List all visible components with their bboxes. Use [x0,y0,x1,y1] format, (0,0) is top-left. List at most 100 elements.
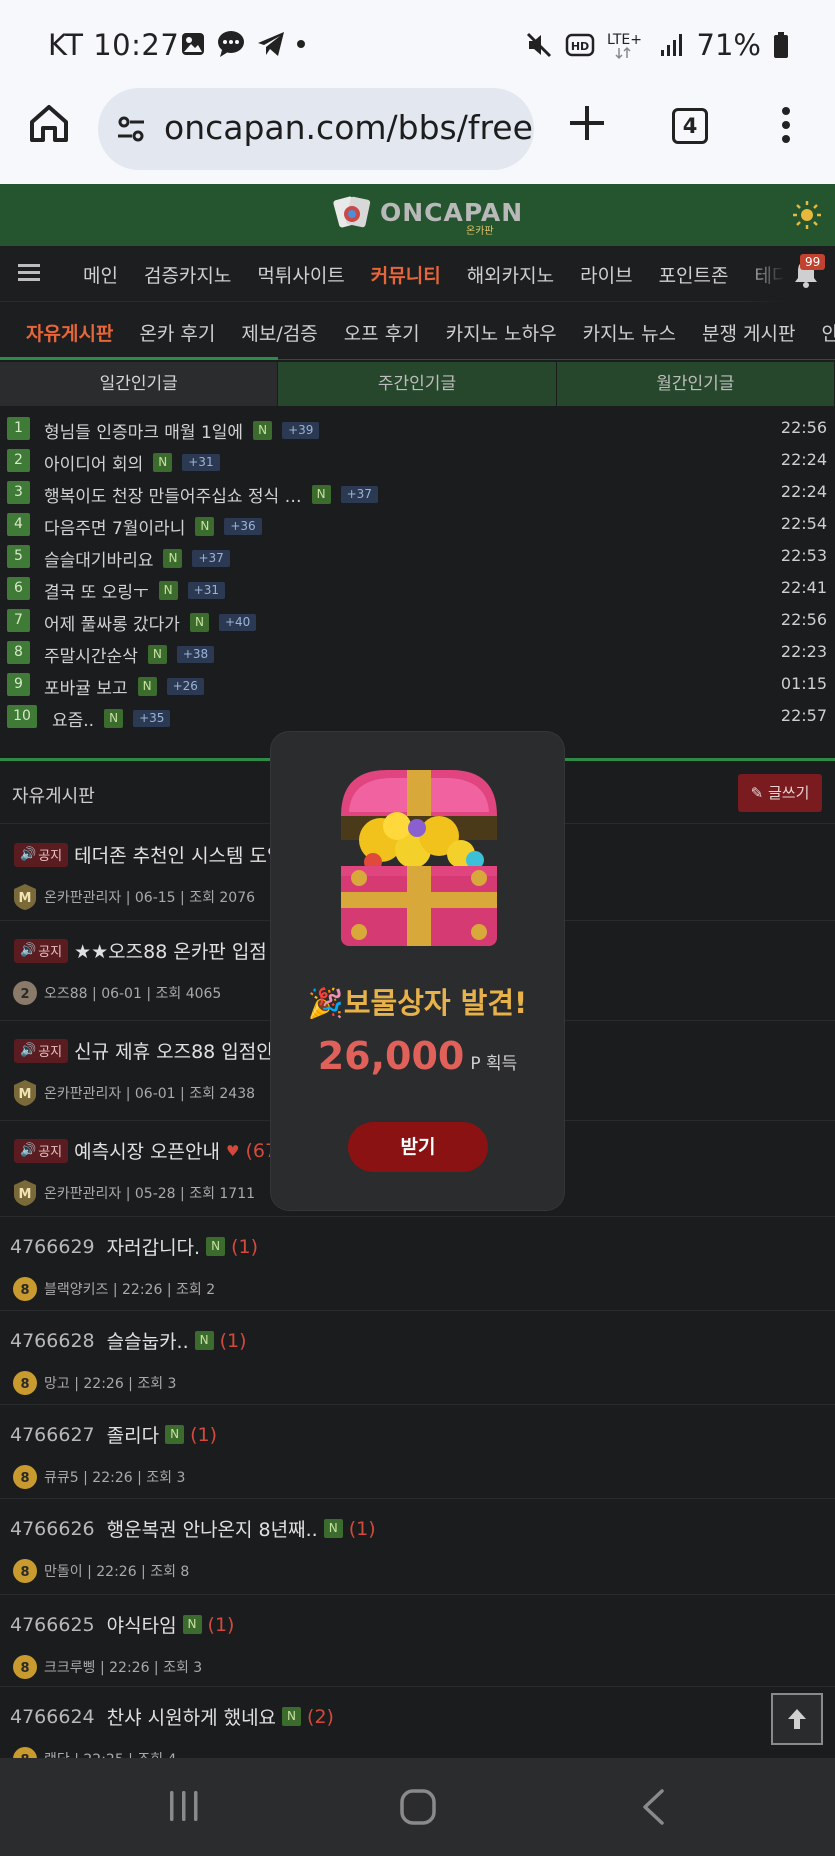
subnav-casino-knowhow[interactable]: 카지노 노하우 [446,319,557,346]
list-item-title[interactable]: 포바귤 보고 [44,674,128,699]
subnav-dispute-board[interactable]: 분쟁 게시판 [702,319,795,346]
list-item-title[interactable]: 주말시간순삭 [44,642,138,667]
list-item-title[interactable]: 아이디어 회의 [44,450,143,475]
tab-daily-popular[interactable]: 일간인기글 [0,362,279,406]
post-title-row: 🔊 공지 테더존 추천인 시스템 도입 [14,841,285,868]
subnav-casino-news[interactable]: 카지노 뉴스 [583,319,676,346]
board-title: 자유게시판 [12,786,95,807]
nav-item-main[interactable]: 메인 [83,261,118,288]
main-nav: 메인 검증카지노 먹튀사이트 커뮤니티 해외카지노 라이브 포인트존 테다 [0,246,835,302]
list-item-title[interactable]: 어제 풀싸롱 갔다가 [44,610,180,635]
main-nav-items: 메인 검증카지노 먹튀사이트 커뮤니티 해외카지노 라이브 포인트존 테다 [83,261,789,288]
post-title[interactable]: 테더존 추천인 시스템 도입 [74,841,284,868]
rank-badge: 8 [7,641,30,664]
hamburger-menu-icon[interactable] [18,264,40,282]
new-badge: N [323,1519,343,1538]
list-item[interactable]: 10 요즘.. N +35 22:57 [0,700,835,732]
new-badge: N [206,1237,226,1256]
subnav-off-review[interactable]: 오프 후기 [344,319,420,346]
post-title[interactable]: 졸리다 [107,1421,159,1448]
post-meta: M 온카판관리자 | 06-01 | 조회 2438 [12,1079,255,1107]
list-item[interactable]: 5 슬슬대기바리요 N +37 22:53 [0,540,835,572]
comment-count: (2) [307,1705,334,1728]
scroll-top-button[interactable] [771,1693,823,1745]
post-title[interactable]: ★★오즈88 온카판 입점 [74,937,267,964]
site-settings-icon[interactable] [116,114,146,144]
list-item[interactable]: 1 형님들 인증마크 매월 1일에 N +39 22:56 [0,412,835,444]
rank-badge: 2 [7,449,30,472]
list-item[interactable]: 9 포바귤 보고 N +26 01:15 [0,668,835,700]
list-item-title[interactable]: 행복이도 천장 만들어주십쇼 정식 … [44,482,302,507]
nav-item-point-zone[interactable]: 포인트존 [659,261,729,288]
site-logo[interactable]: ONCAPAN [332,192,523,232]
dot-icon [297,40,305,48]
table-row[interactable]: 4766626 행운복권 안나온지 8년째.. N (1) 8 만돌이 | 22… [0,1499,835,1595]
post-title[interactable]: 찬샤 시원하게 했네요 [107,1703,276,1730]
post-title[interactable]: 야식타임 [107,1611,177,1638]
nav-item-scam-sites[interactable]: 먹튀사이트 [257,261,344,288]
level-badge-icon: 8 [13,1559,37,1583]
post-id: 4766627 [10,1423,95,1446]
subnav-report[interactable]: 제보/검증 [241,319,317,346]
post-title[interactable]: 자러갑니다. [107,1233,200,1260]
post-meta: 2 오즈88 | 06-01 | 조회 4065 [12,979,221,1007]
theme-toggle-icon[interactable] [792,200,822,230]
post-title[interactable]: 행운복권 안나온지 8년째.. [107,1515,318,1542]
nav-item-community[interactable]: 커뮤니티 [371,261,441,288]
nav-item-live[interactable]: 라이브 [580,261,632,288]
svg-text:8: 8 [20,1661,29,1676]
table-row[interactable]: 4766627 졸리다 N (1) 8 큐큐5 | 22:26 | 조회 3 [0,1405,835,1499]
list-item-title[interactable]: 형님들 인증마크 매월 1일에 [44,418,243,443]
tab-monthly-popular[interactable]: 월간인기글 [556,362,835,406]
new-badge: N [158,581,178,600]
post-title-row: 4766625 야식타임 N (1) [10,1611,234,1638]
comment-count-badge: +36 [224,518,262,535]
list-item[interactable]: 8 주말시간순삭 N +38 22:23 [0,636,835,668]
tab-switcher-button[interactable]: 4 [672,108,708,144]
rank-badge: 10 [7,705,37,728]
list-item-title-wrap: 주말시간순삭 N +38 [44,642,215,667]
back-nav-icon[interactable] [640,1788,666,1826]
subnav-free-board[interactable]: 자유게시판 [26,319,113,346]
table-row[interactable]: 4766629 자러갑니다. N (1) 8 블랙양키즈 | 22:26 | 조… [0,1217,835,1311]
comment-count-badge: +35 [133,710,171,727]
comment-count-badge: +31 [182,454,220,471]
post-title[interactable]: 예측시장 오픈안내 [74,1137,220,1164]
nav-item-verified-casino[interactable]: 검증카지노 [144,261,231,288]
recent-apps-icon[interactable] [166,1788,202,1824]
rank-badge: 5 [7,545,30,568]
list-item-title[interactable]: 요즘.. [52,706,94,731]
write-post-button[interactable]: ✎ 글쓰기 [738,774,822,812]
subnav-onca-review[interactable]: 온카 후기 [139,319,215,346]
list-item[interactable]: 6 결국 또 오링ㅜ N +31 22:41 [0,572,835,604]
level-badge-icon: M [14,1180,36,1206]
nav-item-overseas-casino[interactable]: 해외카지노 [467,261,554,288]
url-text[interactable]: oncapan.com/bbs/free [164,108,533,147]
list-item[interactable]: 3 행복이도 천장 만들어주십쇼 정식 … N +37 22:24 [0,476,835,508]
list-item[interactable]: 4 다음주면 7월이라니 N +36 22:54 [0,508,835,540]
list-item-title[interactable]: 결국 또 오링ㅜ [44,578,149,603]
table-row[interactable]: 4766625 야식타임 N (1) 8 크크루삥 | 22:26 | 조회 3 [0,1595,835,1687]
level-badge-icon: 8 [13,1277,37,1301]
phone-screen: KT 10:27 HD LTE+ 71% oncapan.com/bbs/fre… [0,0,835,1856]
table-row[interactable]: 4766628 슬슬눕카.. N (1) 8 망고 | 22:26 | 조회 3 [0,1311,835,1405]
list-item-title[interactable]: 슬슬대기바리요 [44,546,153,571]
subnav-safety[interactable]: 안전 [822,319,835,346]
list-item-title[interactable]: 다음주면 7월이라니 [44,514,185,539]
notification-icons [180,30,306,58]
new-tab-icon[interactable] [568,104,606,142]
post-title[interactable]: 신규 제휴 오즈88 입점안내 [74,1037,291,1064]
new-badge: N [165,1425,185,1444]
new-badge: N [137,677,157,696]
browser-toolbar: oncapan.com/bbs/free 4 [0,88,835,184]
home-nav-icon[interactable] [399,1788,437,1826]
claim-button[interactable]: 받기 [348,1122,488,1172]
home-icon[interactable] [28,102,70,144]
list-item[interactable]: 2 아이디어 회의 N +31 22:24 [0,444,835,476]
address-bar[interactable]: oncapan.com/bbs/free [98,88,534,170]
post-title[interactable]: 슬슬눕카.. [107,1327,189,1354]
new-badge: N [153,453,173,472]
list-item[interactable]: 7 어제 풀싸롱 갔다가 N +40 22:56 [0,604,835,636]
tab-weekly-popular[interactable]: 주간인기글 [278,362,557,406]
more-menu-icon[interactable] [780,106,792,144]
